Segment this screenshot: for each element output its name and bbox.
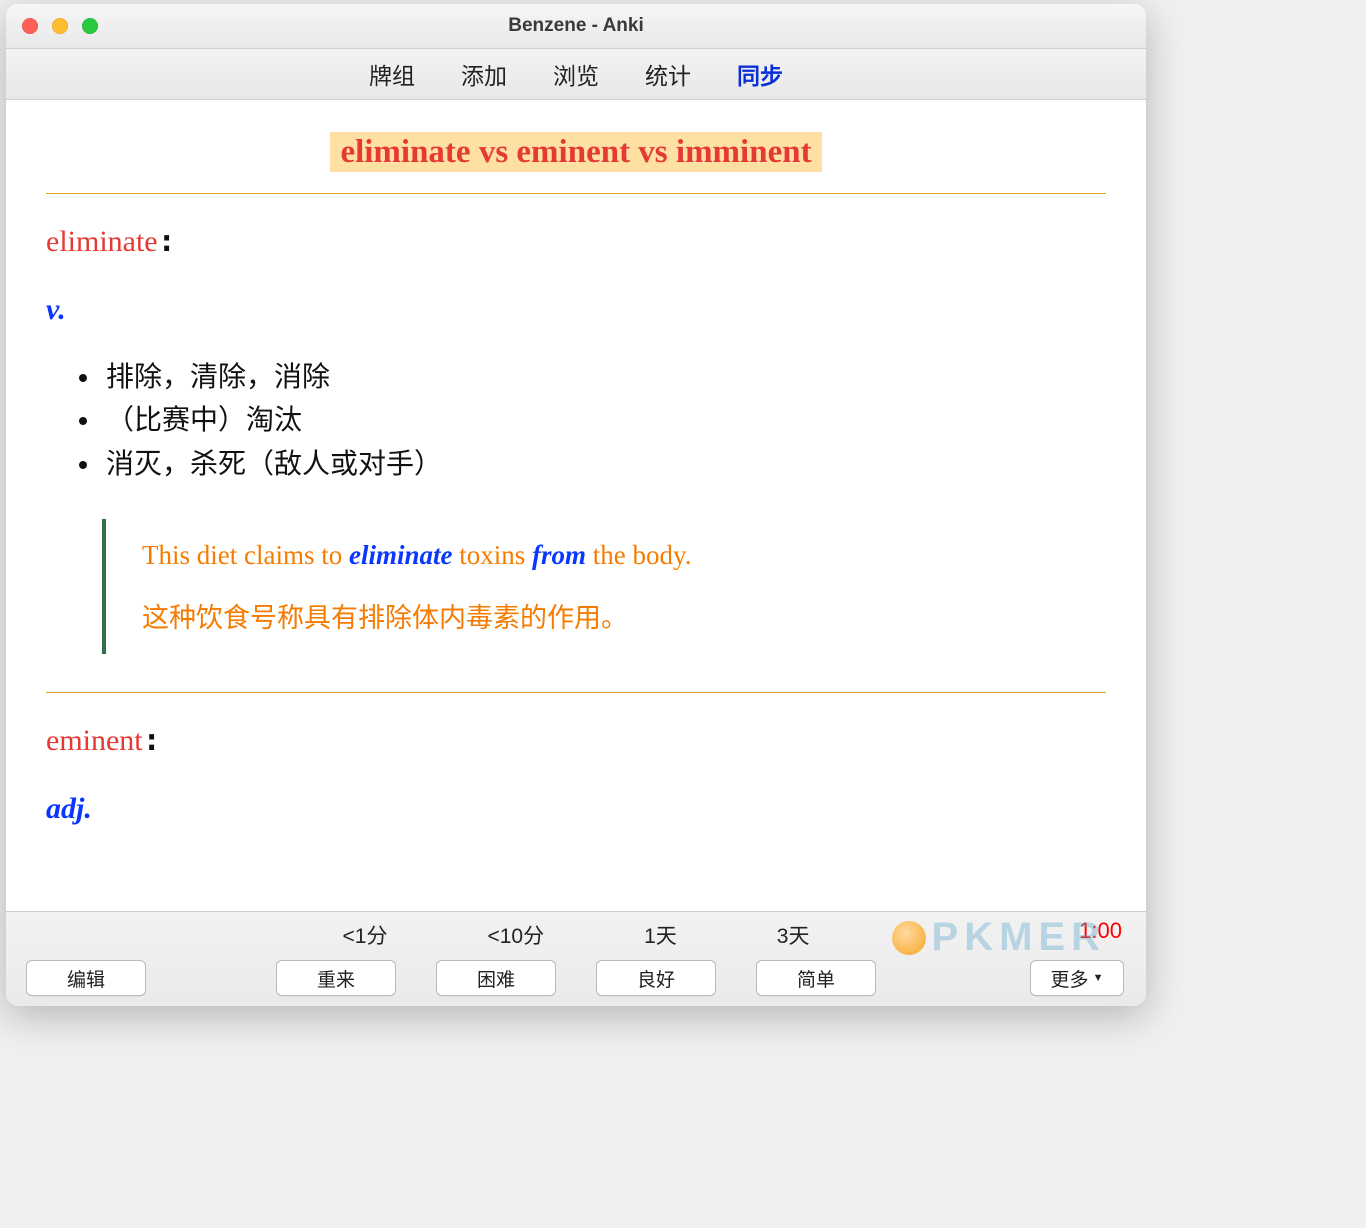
card-title: eliminate vs eminent vs imminent: [46, 134, 1106, 171]
definition-item: （比赛中）淘汰: [102, 398, 1106, 441]
card-scroll[interactable]: eliminate vs eminent vs imminent elimina…: [6, 100, 1146, 911]
close-icon[interactable]: [22, 18, 38, 34]
top-nav: 牌组 添加 浏览 统计 同步: [6, 49, 1146, 100]
easy-button[interactable]: 简单: [756, 960, 876, 996]
minimize-icon[interactable]: [52, 18, 68, 34]
chevron-down-icon: ▼: [1093, 972, 1104, 984]
zoom-icon[interactable]: [82, 18, 98, 34]
card-area: eliminate vs eminent vs imminent elimina…: [6, 100, 1146, 911]
nav-stats[interactable]: 统计: [645, 57, 691, 91]
timer: 1:00: [1079, 918, 1122, 944]
word-eminent: eminent:: [46, 723, 1106, 758]
window-title: Benzene - Anki: [6, 15, 1146, 37]
pos-adj: adj.: [46, 792, 1106, 826]
interval-easy: 3天: [777, 920, 810, 950]
answer-bar: <1分 <10分 1天 3天 重来 困难 良好 简单 编辑 更多 ▼ 1:00 …: [6, 911, 1146, 1006]
word-eliminate: eliminate:: [46, 224, 1106, 259]
interval-good: 1天: [644, 920, 677, 950]
interval-hard: <10分: [487, 920, 544, 950]
more-button[interactable]: 更多 ▼: [1030, 960, 1124, 996]
interval-row: <1分 <10分 1天 3天: [6, 920, 1146, 950]
nav-browse[interactable]: 浏览: [553, 57, 599, 91]
nav-add[interactable]: 添加: [461, 57, 507, 91]
divider: [46, 193, 1106, 194]
definition-item: 排除，清除，消除: [102, 355, 1106, 398]
definitions-list: 排除，清除，消除 （比赛中）淘汰 消灭，杀死（敌人或对手）: [56, 355, 1106, 485]
titlebar: Benzene - Anki: [6, 4, 1146, 49]
example-sentence: This diet claims to eliminate toxins fro…: [142, 535, 1106, 576]
again-button[interactable]: 重来: [276, 960, 396, 996]
interval-again: <1分: [343, 920, 388, 950]
divider: [46, 692, 1106, 693]
nav-decks[interactable]: 牌组: [369, 57, 415, 91]
edit-button[interactable]: 编辑: [26, 960, 146, 996]
hard-button[interactable]: 困难: [436, 960, 556, 996]
example-translation: 这种饮食号称具有排除体内毒素的作用。: [142, 598, 1106, 639]
pos-v: v.: [46, 293, 1106, 327]
example-block: This diet claims to eliminate toxins fro…: [102, 519, 1106, 654]
good-button[interactable]: 良好: [596, 960, 716, 996]
definition-item: 消灭，杀死（敌人或对手）: [102, 442, 1106, 485]
nav-sync[interactable]: 同步: [737, 57, 783, 91]
